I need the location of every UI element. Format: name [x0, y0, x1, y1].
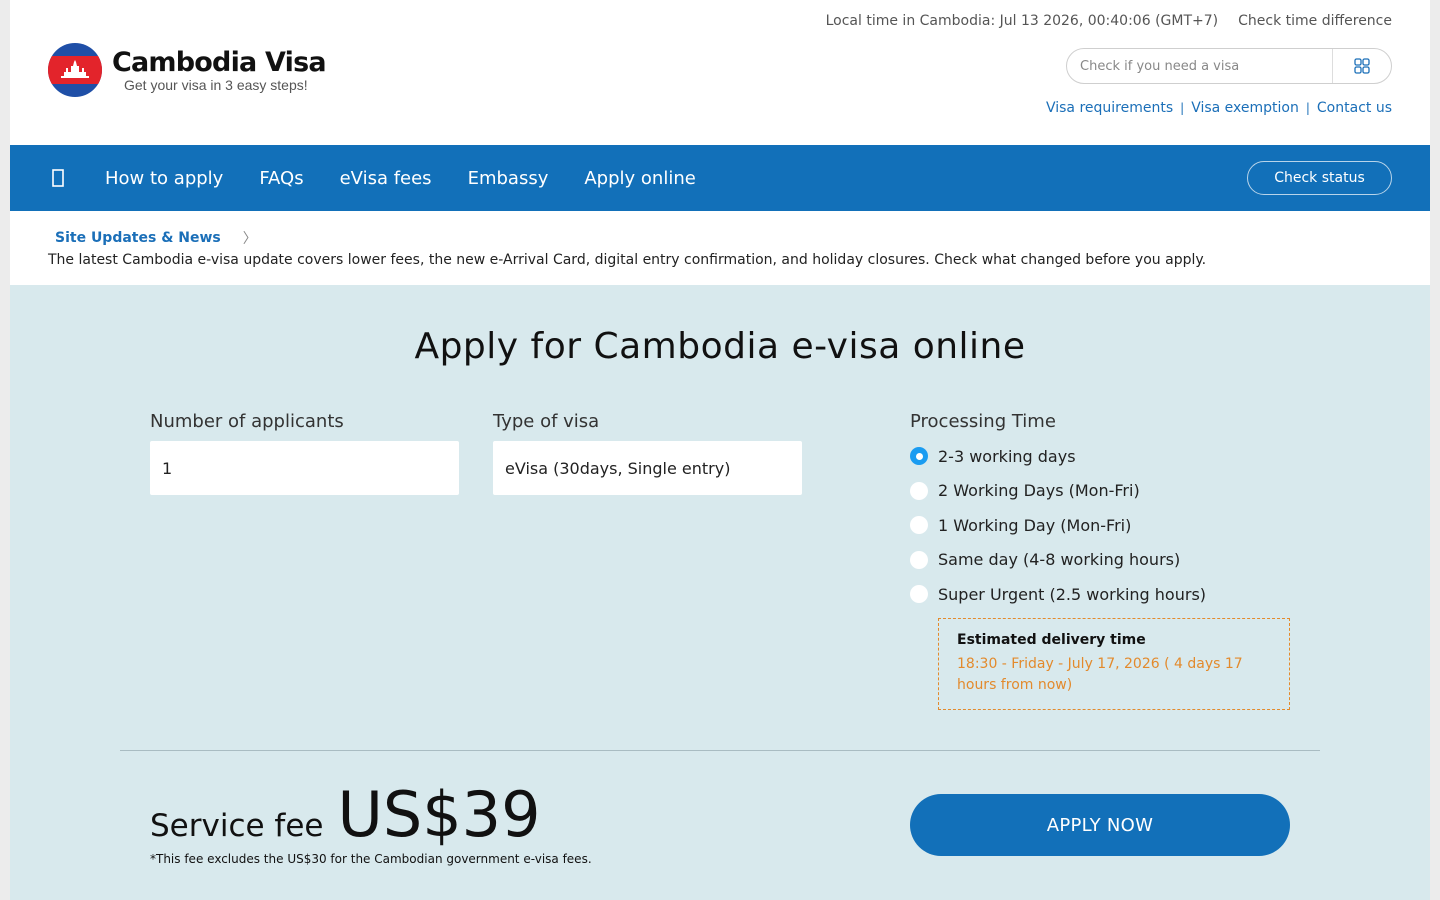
- nav-apply-online[interactable]: Apply online: [584, 168, 695, 189]
- check-time-difference-link[interactable]: Check time difference: [1238, 13, 1392, 29]
- link-separator: |: [1180, 101, 1185, 115]
- main-nav: How to apply FAQs eVisa fees Embassy App…: [10, 145, 1430, 211]
- delivery-time: 18:30 - Friday - July 17, 2026 ( 4 days …: [957, 656, 1243, 693]
- news-title: Site Updates & News: [55, 230, 221, 246]
- applicants-value: 1: [162, 458, 173, 478]
- site-logo[interactable]: Cambodia Visa Get your visa in 3 easy st…: [48, 43, 327, 97]
- news-text: The latest Cambodia e-visa update covers…: [48, 252, 1207, 268]
- processing-option-label: 1 Working Day (Mon-Fri): [938, 515, 1132, 535]
- home-icon[interactable]: [48, 168, 68, 188]
- section-divider: [120, 750, 1320, 751]
- nav-embassy[interactable]: Embassy: [468, 168, 549, 189]
- page: Cambodia Visa Get your visa in 3 easy st…: [10, 0, 1430, 900]
- fee-note: *This fee excludes the US$30 for the Cam…: [150, 852, 592, 866]
- service-fee-label: Service fee: [150, 808, 324, 844]
- local-time: Local time in Cambodia: Jul 13 2026, 00:…: [826, 13, 1219, 29]
- time-difference-label: Check time difference: [1238, 13, 1392, 29]
- brand-tagline: Get your visa in 3 easy steps!: [124, 77, 308, 93]
- chevron-right-icon[interactable]: 〉: [243, 228, 257, 248]
- processing-time-options: 2-3 working days 2 Working Days (Mon-Fri…: [910, 439, 1206, 612]
- apply-title: Apply for Cambodia e-visa online: [414, 326, 1026, 367]
- processing-option[interactable]: 1 Working Day (Mon-Fri): [910, 508, 1206, 543]
- visa-exemption-link[interactable]: Visa exemption: [1191, 100, 1299, 116]
- processing-option-label: Super Urgent (2.5 working hours): [938, 584, 1207, 604]
- top-utility-bar: Local time in Cambodia: Jul 13 2026, 00:…: [826, 13, 1392, 29]
- radio-button[interactable]: [910, 585, 928, 604]
- check-status-button[interactable]: Check status: [1247, 161, 1392, 195]
- grid-menu-icon[interactable]: [1333, 58, 1391, 74]
- radio-button[interactable]: [910, 481, 928, 500]
- nav-evisa-fees[interactable]: eVisa fees: [340, 168, 432, 189]
- header: Cambodia Visa Get your visa in 3 easy st…: [10, 0, 1430, 145]
- service-fee: Service fee US$39: [150, 778, 541, 851]
- processing-option[interactable]: 2-3 working days: [910, 439, 1206, 474]
- applicants-label: Number of applicants: [150, 411, 344, 432]
- visa-type-label: Type of visa: [493, 411, 600, 432]
- site-news: Site Updates & News 〉 The latest Cambodi…: [10, 211, 1430, 285]
- top-links: Visa requirements | Visa exemption | Con…: [1046, 100, 1392, 116]
- processing-option-label: 2-3 working days: [938, 446, 1076, 466]
- radio-button-selected[interactable]: [910, 447, 928, 466]
- processing-option[interactable]: Same day (4-8 working hours): [910, 543, 1206, 578]
- local-time-text: Local time in Cambodia: Jul 13 2026, 00:…: [825, 13, 1219, 29]
- nav-faqs[interactable]: FAQs: [259, 168, 303, 189]
- processing-option-label: 2 Working Days (Mon-Fri): [938, 481, 1140, 501]
- radio-button[interactable]: [910, 550, 928, 569]
- estimated-delivery-box: Estimated delivery time 18:30 - Friday -…: [938, 618, 1290, 710]
- service-fee-amount: US$39: [337, 778, 541, 851]
- visa-type-value: eVisa (30days, Single entry): [505, 458, 731, 478]
- apply-now-button[interactable]: APPLY NOW: [910, 794, 1290, 856]
- delivery-heading: Estimated delivery time: [957, 632, 1146, 648]
- processing-option[interactable]: Super Urgent (2.5 working hours): [910, 577, 1206, 612]
- processing-option-label: Same day (4-8 working hours): [938, 550, 1181, 570]
- processing-time-label: Processing Time: [910, 411, 1056, 432]
- cambodia-flag-icon: [48, 43, 102, 97]
- radio-button[interactable]: [910, 516, 928, 535]
- brand-title: Cambodia Visa: [112, 47, 327, 78]
- visa-check-search: Check if you need a visa: [1066, 48, 1392, 84]
- news-header[interactable]: Site Updates & News 〉: [48, 228, 257, 248]
- visa-requirements-link[interactable]: Visa requirements: [1046, 100, 1173, 116]
- applicants-select[interactable]: 1: [150, 441, 459, 495]
- apply-section: Apply for Cambodia e-visa online Number …: [10, 285, 1430, 900]
- link-separator: |: [1305, 101, 1310, 115]
- nav-how-to-apply[interactable]: How to apply: [105, 168, 223, 189]
- contact-us-link[interactable]: Contact us: [1317, 100, 1392, 116]
- search-input[interactable]: Check if you need a visa: [1067, 59, 1302, 74]
- visa-type-select[interactable]: eVisa (30days, Single entry): [493, 441, 802, 495]
- processing-option[interactable]: 2 Working Days (Mon-Fri): [910, 474, 1206, 509]
